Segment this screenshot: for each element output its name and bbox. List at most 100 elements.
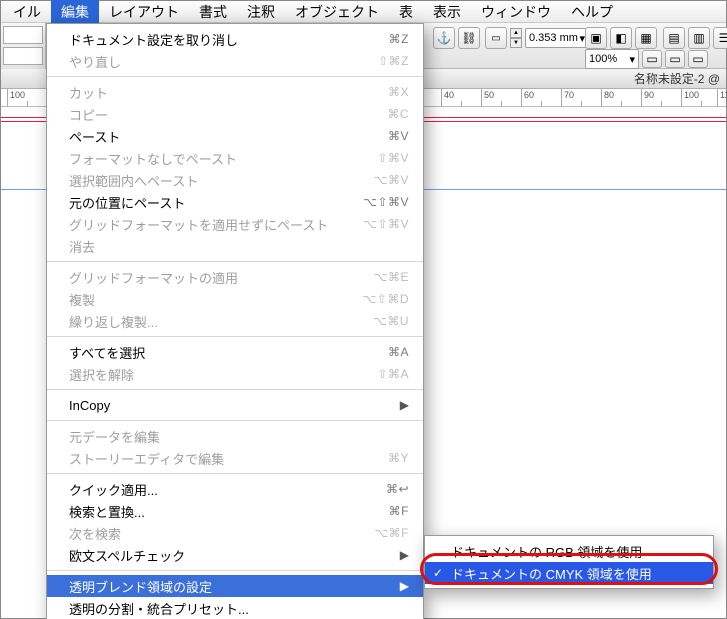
menu-item-label: クイック適用... [69,480,386,499]
edit-menu-item-26: 次を検索⌥⌘F [47,522,423,544]
edit-menu-item-6: フォーマットなしでペースト⇧⌘V [47,147,423,169]
toolbar-btn-d[interactable]: ▤ [663,27,685,49]
menu-item-label: 選択を解除 [69,365,377,384]
menu-edit[interactable]: 編集 [51,0,99,24]
menu-notes[interactable]: 注釈 [237,0,285,24]
app-window: ⚓ ⛓ ▭ ▲▼ 0.353 mm▾ ▣ ◧ ▦ ▤ ▥ ☰ 100%▾ ▭ ▭… [0,0,727,619]
menu-item-shortcut: ⇧⌘Z [378,54,409,68]
menu-item-label: ドキュメント設定を取り消し [69,30,389,49]
menu-item-shortcut: ⌘↩ [386,482,409,496]
edit-menu-item-17: 選択を解除⇧⌘A [47,363,423,385]
edit-menu-item-1: やり直し⇧⌘Z [47,50,423,72]
submenu-arrow-icon: ▶ [400,398,409,412]
menu-item-label: やり直し [69,52,378,71]
menu-object[interactable]: オブジェクト [285,0,389,24]
menu-bar[interactable]: イル 編集 レイアウト 書式 注釈 オブジェクト 表 表示 ウィンドウ ヘルプ [1,1,726,23]
link-icon-button[interactable]: ⛓ [458,27,480,49]
menu-file[interactable]: イル [3,0,51,24]
toolbar-btn-f[interactable]: ☰ [713,27,727,49]
menu-item-shortcut: ⌘Y [388,451,409,465]
menu-item-label: 透明の分割・統合プリセット... [69,599,409,618]
menu-item-shortcut: ⌥⇧⌘D [362,292,409,306]
toolbar-btn-g[interactable]: ▭ [642,50,662,68]
stroke-weight-icon[interactable]: ▭ [485,27,507,49]
edit-menu-item-9: グリッドフォーマットを適用せずにペースト⌥⇧⌘V [47,213,423,235]
menu-item-label: 元データを編集 [69,427,409,446]
menu-type[interactable]: 書式 [189,0,237,24]
menu-item-shortcut: ⌘Z [389,32,409,46]
menu-layout[interactable]: レイアウト [99,0,189,24]
menu-item-shortcut: ⌘X [388,85,409,99]
menu-item-label: 欧文スペルチェック [69,546,392,565]
left-slot-2[interactable] [3,47,43,65]
menu-help[interactable]: ヘルプ [561,0,623,24]
edit-menu-item-5[interactable]: ペースト⌘V [47,125,423,147]
menu-item-shortcut: ⌘F [389,504,409,518]
edit-menu-item-29[interactable]: 透明ブレンド領域の設定 ▶ [47,575,423,597]
menu-item-shortcut: ⌥⌘F [374,526,409,540]
stroke-weight-field[interactable]: 0.353 mm▾ [525,28,589,48]
menu-item-label: カット [69,83,388,102]
edit-menu-item-25[interactable]: 検索と置換...⌘F [47,500,423,522]
edit-menu-item-24[interactable]: クイック適用...⌘↩ [47,478,423,500]
menu-item-shortcut: ⇧⌘V [377,151,409,165]
menu-item-label: すべてを選択 [69,343,388,362]
edit-menu-item-16[interactable]: すべてを選択⌘A [47,341,423,363]
left-slot-1[interactable] [3,26,43,44]
submenu-item-label: ドキュメントの CMYK 領域を使用 [451,564,652,583]
blend-space-option-1[interactable]: ✓ ドキュメントの CMYK 領域を使用 [425,562,713,584]
anchor-icon-button[interactable]: ⚓ [433,27,455,49]
edit-menu-item-12: グリッドフォーマットの適用⌥⌘E [47,266,423,288]
menu-item-shortcut: ⌥⌘V [374,173,409,187]
menu-table[interactable]: 表 [389,0,423,24]
menu-item-label: 透明ブレンド領域の設定 [69,577,392,596]
menu-item-shortcut: ⌥⇧⌘V [363,195,409,209]
menu-item-label: 消去 [69,237,409,256]
menu-item-label: グリッドフォーマットの適用 [69,268,374,287]
toolbar-btn-e[interactable]: ▥ [688,27,710,49]
edit-menu-item-10: 消去 [47,235,423,257]
edit-menu-item-7: 選択範囲内へペースト⌥⌘V [47,169,423,191]
edit-menu-item-21: 元データを編集 [47,425,423,447]
edit-menu-dropdown[interactable]: ドキュメント設定を取り消し⌘Zやり直し⇧⌘Zカット⌘Xコピー⌘Cペースト⌘Vフォ… [46,23,424,619]
menu-item-shortcut: ⌘V [388,129,409,143]
menu-item-label: 次を検索 [69,524,374,543]
menu-item-label: グリッドフォーマットを適用せずにペースト [69,215,363,234]
menu-item-shortcut: ⌘A [388,345,409,359]
menu-item-label: 複製 [69,290,362,309]
edit-menu-item-13: 複製⌥⇧⌘D [47,288,423,310]
menu-item-shortcut: ⌥⇧⌘V [363,217,409,231]
blend-space-option-0[interactable]: ドキュメントの RGB 領域を使用 [425,540,713,562]
edit-menu-item-8[interactable]: 元の位置にペースト⌥⇧⌘V [47,191,423,213]
menu-item-label: InCopy [69,398,392,413]
check-icon: ✓ [433,566,443,580]
menu-window[interactable]: ウィンドウ [471,0,561,24]
menu-item-shortcut: ⌥⌘E [374,270,409,284]
edit-menu-item-27[interactable]: 欧文スペルチェック▶ [47,544,423,566]
menu-view[interactable]: 表示 [423,0,471,24]
submenu-arrow-icon: ▶ [400,579,409,593]
edit-menu-item-30[interactable]: 透明の分割・統合プリセット... [47,597,423,619]
toolbar-btn-c[interactable]: ▦ [635,27,657,49]
edit-menu-item-14: 繰り返し複製...⌥⌘U [47,310,423,332]
menu-item-label: 検索と置換... [69,502,389,521]
menu-item-label: 繰り返し複製... [69,312,373,331]
toolbar-btn-a[interactable]: ▣ [585,27,607,49]
menu-item-shortcut: ⇧⌘A [377,367,409,381]
toolbar-btn-h[interactable]: ▭ [665,50,685,68]
menu-item-label: 元の位置にペースト [69,193,363,212]
edit-menu-item-0[interactable]: ドキュメント設定を取り消し⌘Z [47,28,423,50]
stroke-stepper[interactable]: ▲▼ [510,28,522,48]
submenu-item-label: ドキュメントの RGB 領域を使用 [451,542,642,561]
menu-item-label: フォーマットなしでペースト [69,149,377,168]
toolbar-btn-i[interactable]: ▭ [688,50,708,68]
menu-item-label: コピー [69,105,387,124]
transparency-blend-space-submenu[interactable]: ドキュメントの RGB 領域を使用 ✓ ドキュメントの CMYK 領域を使用 [424,535,714,589]
zoom-field[interactable]: 100%▾ [585,49,639,69]
edit-menu-item-19[interactable]: InCopy ▶ [47,394,423,416]
menu-item-label: ストーリーエディタで編集 [69,449,388,468]
menu-item-label: ペースト [69,127,388,146]
menu-item-label: 選択範囲内へペースト [69,171,374,190]
toolbar-btn-b[interactable]: ◧ [610,27,632,49]
document-title: 名称未設定-2 @ [634,70,720,87]
